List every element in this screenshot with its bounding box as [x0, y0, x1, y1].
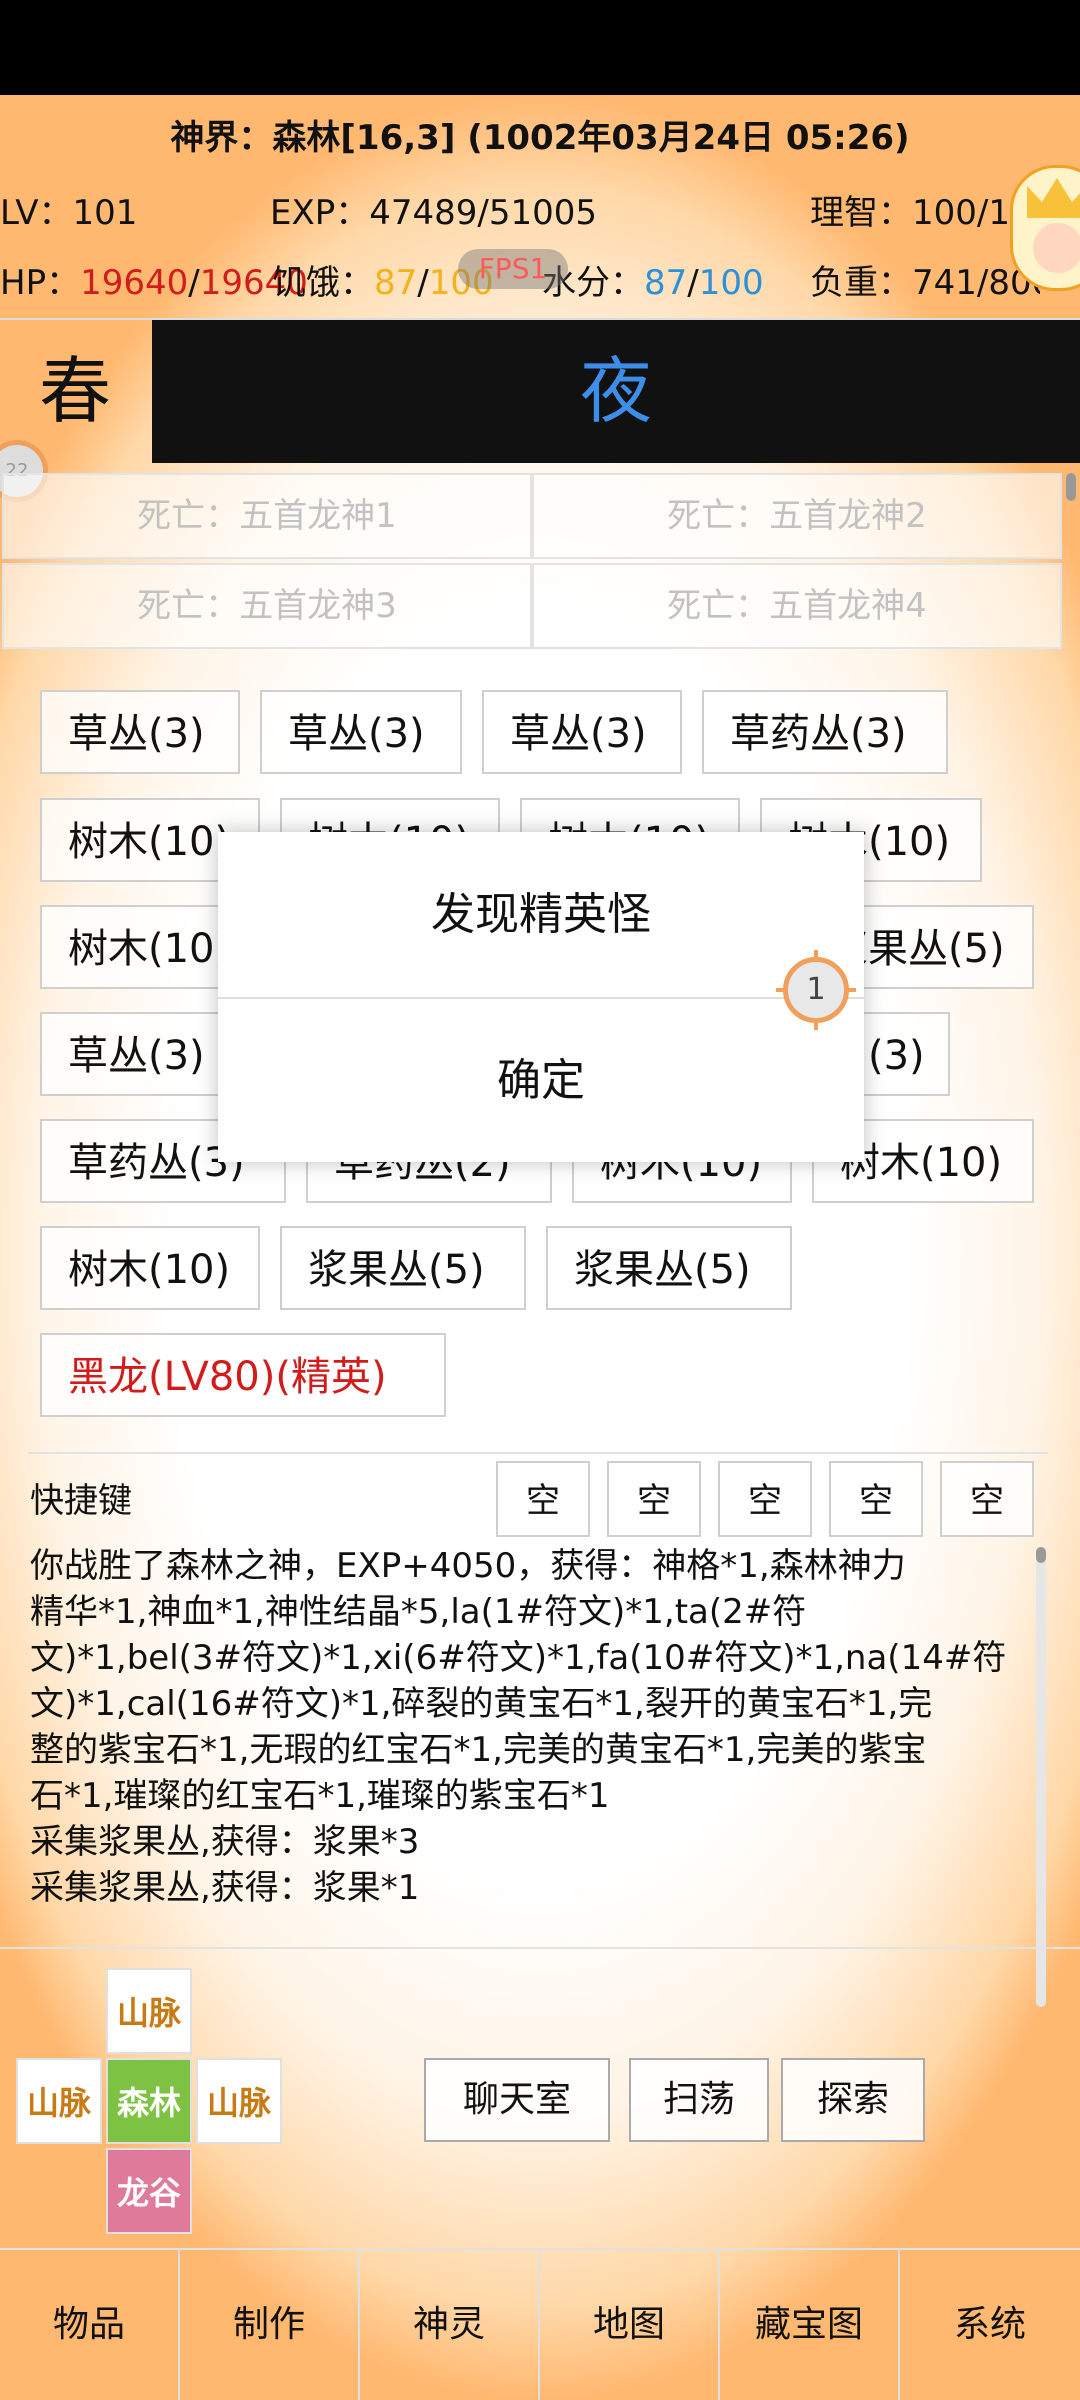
cursor-tick — [814, 1020, 818, 1030]
cursor-tick — [776, 988, 786, 992]
cursor-tick — [846, 988, 856, 992]
dialog-message: 发现精英怪 — [431, 889, 651, 940]
confirm-button[interactable]: 确定 — [218, 999, 864, 1162]
status-bar — [0, 0, 1080, 95]
elite-alert-dialog: 发现精英怪 确定 — [218, 832, 864, 1162]
dialog-overlay — [0, 95, 1080, 2400]
game-screen: 神界：森林[16,3] (1002年03月24日 05:26) LV：101 E… — [0, 95, 1080, 2400]
cursor-tick — [814, 950, 818, 960]
auto-click-cursor[interactable]: 1 — [776, 950, 856, 1030]
cursor-count: 1 — [806, 972, 826, 1007]
